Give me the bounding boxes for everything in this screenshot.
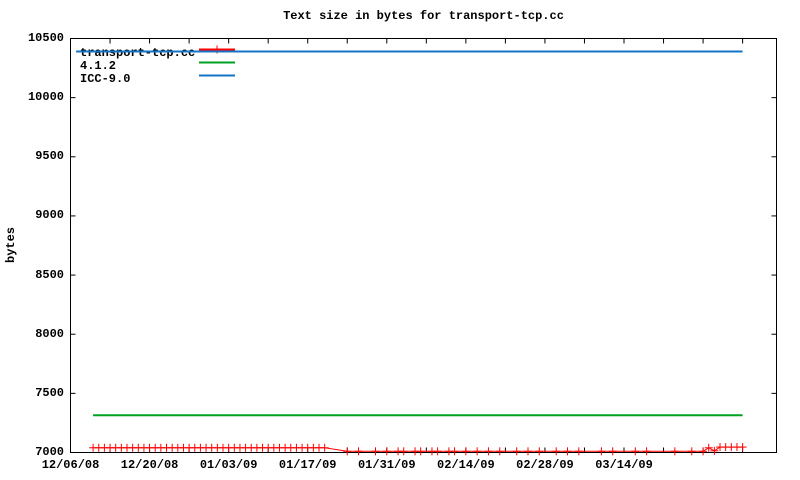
x-tick-label: 12/20/08 [120,458,179,472]
x-tick-label: 01/17/09 [278,458,337,472]
x-ticks [70,38,744,453]
x-tick-label: 03/14/09 [595,458,653,472]
series-markers-transport-tcp.cc [89,443,747,456]
y-tick-label: 9500 [35,149,64,164]
y-tick-label: 7500 [35,385,64,400]
y-tick-label: 8000 [35,326,64,341]
x-tick-label: 01/03/09 [199,458,258,472]
y-ticks [70,38,777,453]
x-tick-label: 02/28/09 [516,458,574,472]
y-tick-label: 10000 [27,90,64,105]
plot-area [70,38,777,456]
x-tick-label: 01/31/09 [357,458,416,472]
y-tick-label: 9000 [35,208,64,223]
chart-canvas: Text size in bytes for transport-tcp.cc … [0,0,800,480]
x-tick-label: 12/06/08 [41,458,100,472]
plot-frame [70,38,777,453]
y-tick-label: 8500 [35,267,64,282]
x-tick-label: 02/14/09 [437,458,495,472]
y-tick-label: 10500 [27,31,64,45]
